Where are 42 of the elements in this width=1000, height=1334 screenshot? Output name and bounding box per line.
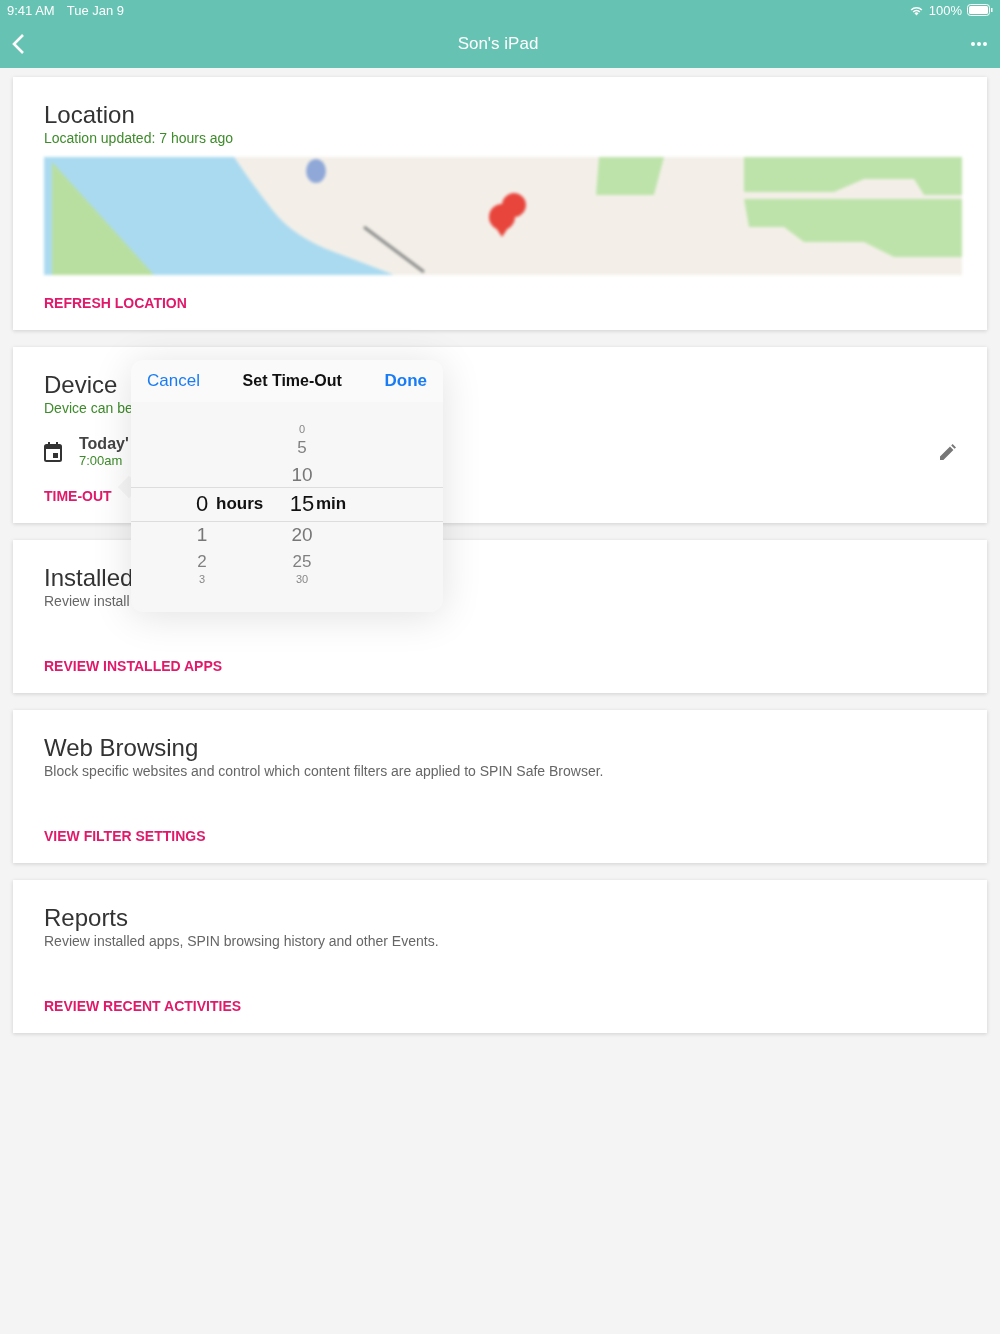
- picker-value[interactable]: 5: [297, 438, 307, 456]
- picker-value[interactable]: 15: [289, 493, 315, 515]
- picker-value[interactable]: 25: [292, 552, 312, 570]
- card-subtitle: Review install: [44, 592, 130, 610]
- battery-percent: 100%: [928, 2, 962, 18]
- schedule-time: 7:00am: [79, 453, 124, 468]
- card-subtitle: Block specific websites and control which content filters are applied to SPIN Safe Browser.: [44, 762, 604, 780]
- screen-title: Son's iPad: [456, 34, 540, 54]
- card-title: Reports: [44, 904, 129, 932]
- picker-unit: hours: [216, 494, 264, 514]
- schedule-label: Today': [79, 435, 129, 453]
- action-link[interactable]: VIEW FILTER SETTINGS: [44, 828, 206, 844]
- status-time: 9:41 AM: [7, 2, 55, 18]
- picker-value[interactable]: 0: [195, 493, 209, 515]
- more-icon[interactable]: [970, 41, 988, 47]
- picker-unit: min: [316, 494, 347, 514]
- card-title: Device: [44, 371, 118, 399]
- picker-value[interactable]: 1: [196, 524, 208, 544]
- picker-value[interactable]: 2: [197, 552, 207, 570]
- card-title: Web Browsing: [44, 734, 199, 762]
- wifi-icon: [908, 4, 924, 16]
- action-link[interactable]: TIME-OUT: [44, 488, 112, 504]
- action-link[interactable]: REVIEW INSTALLED APPS: [44, 658, 223, 674]
- battery-icon: [967, 4, 993, 16]
- action-link[interactable]: REVIEW RECENT ACTIVITIES: [44, 998, 242, 1014]
- calendar-icon: [44, 441, 62, 462]
- cancel-button[interactable]: Cancel: [147, 371, 200, 391]
- popover-title: Set Time-Out: [242, 372, 342, 390]
- done-button[interactable]: Done: [384, 371, 427, 391]
- picker-value[interactable]: 0: [298, 423, 306, 435]
- picker-value[interactable]: 3: [198, 573, 206, 585]
- card-subtitle: Location updated: 7 hours ago: [44, 129, 234, 147]
- pencil-icon[interactable]: [940, 443, 956, 460]
- card-subtitle: Review installed apps, SPIN browsing history and other Events.: [44, 932, 439, 950]
- picker-value[interactable]: 20: [291, 524, 313, 544]
- time-picker[interactable]: 0 1 2 3 hours 0 5 10 15 20 25 30 min: [131, 405, 443, 590]
- card-title: Installed: [44, 564, 134, 592]
- action-link[interactable]: REFRESH LOCATION: [44, 295, 187, 311]
- picker-value[interactable]: 10: [291, 464, 313, 484]
- back-icon[interactable]: [12, 33, 26, 55]
- status-date: Tue Jan 9: [66, 2, 125, 18]
- card-title: Location: [44, 101, 135, 129]
